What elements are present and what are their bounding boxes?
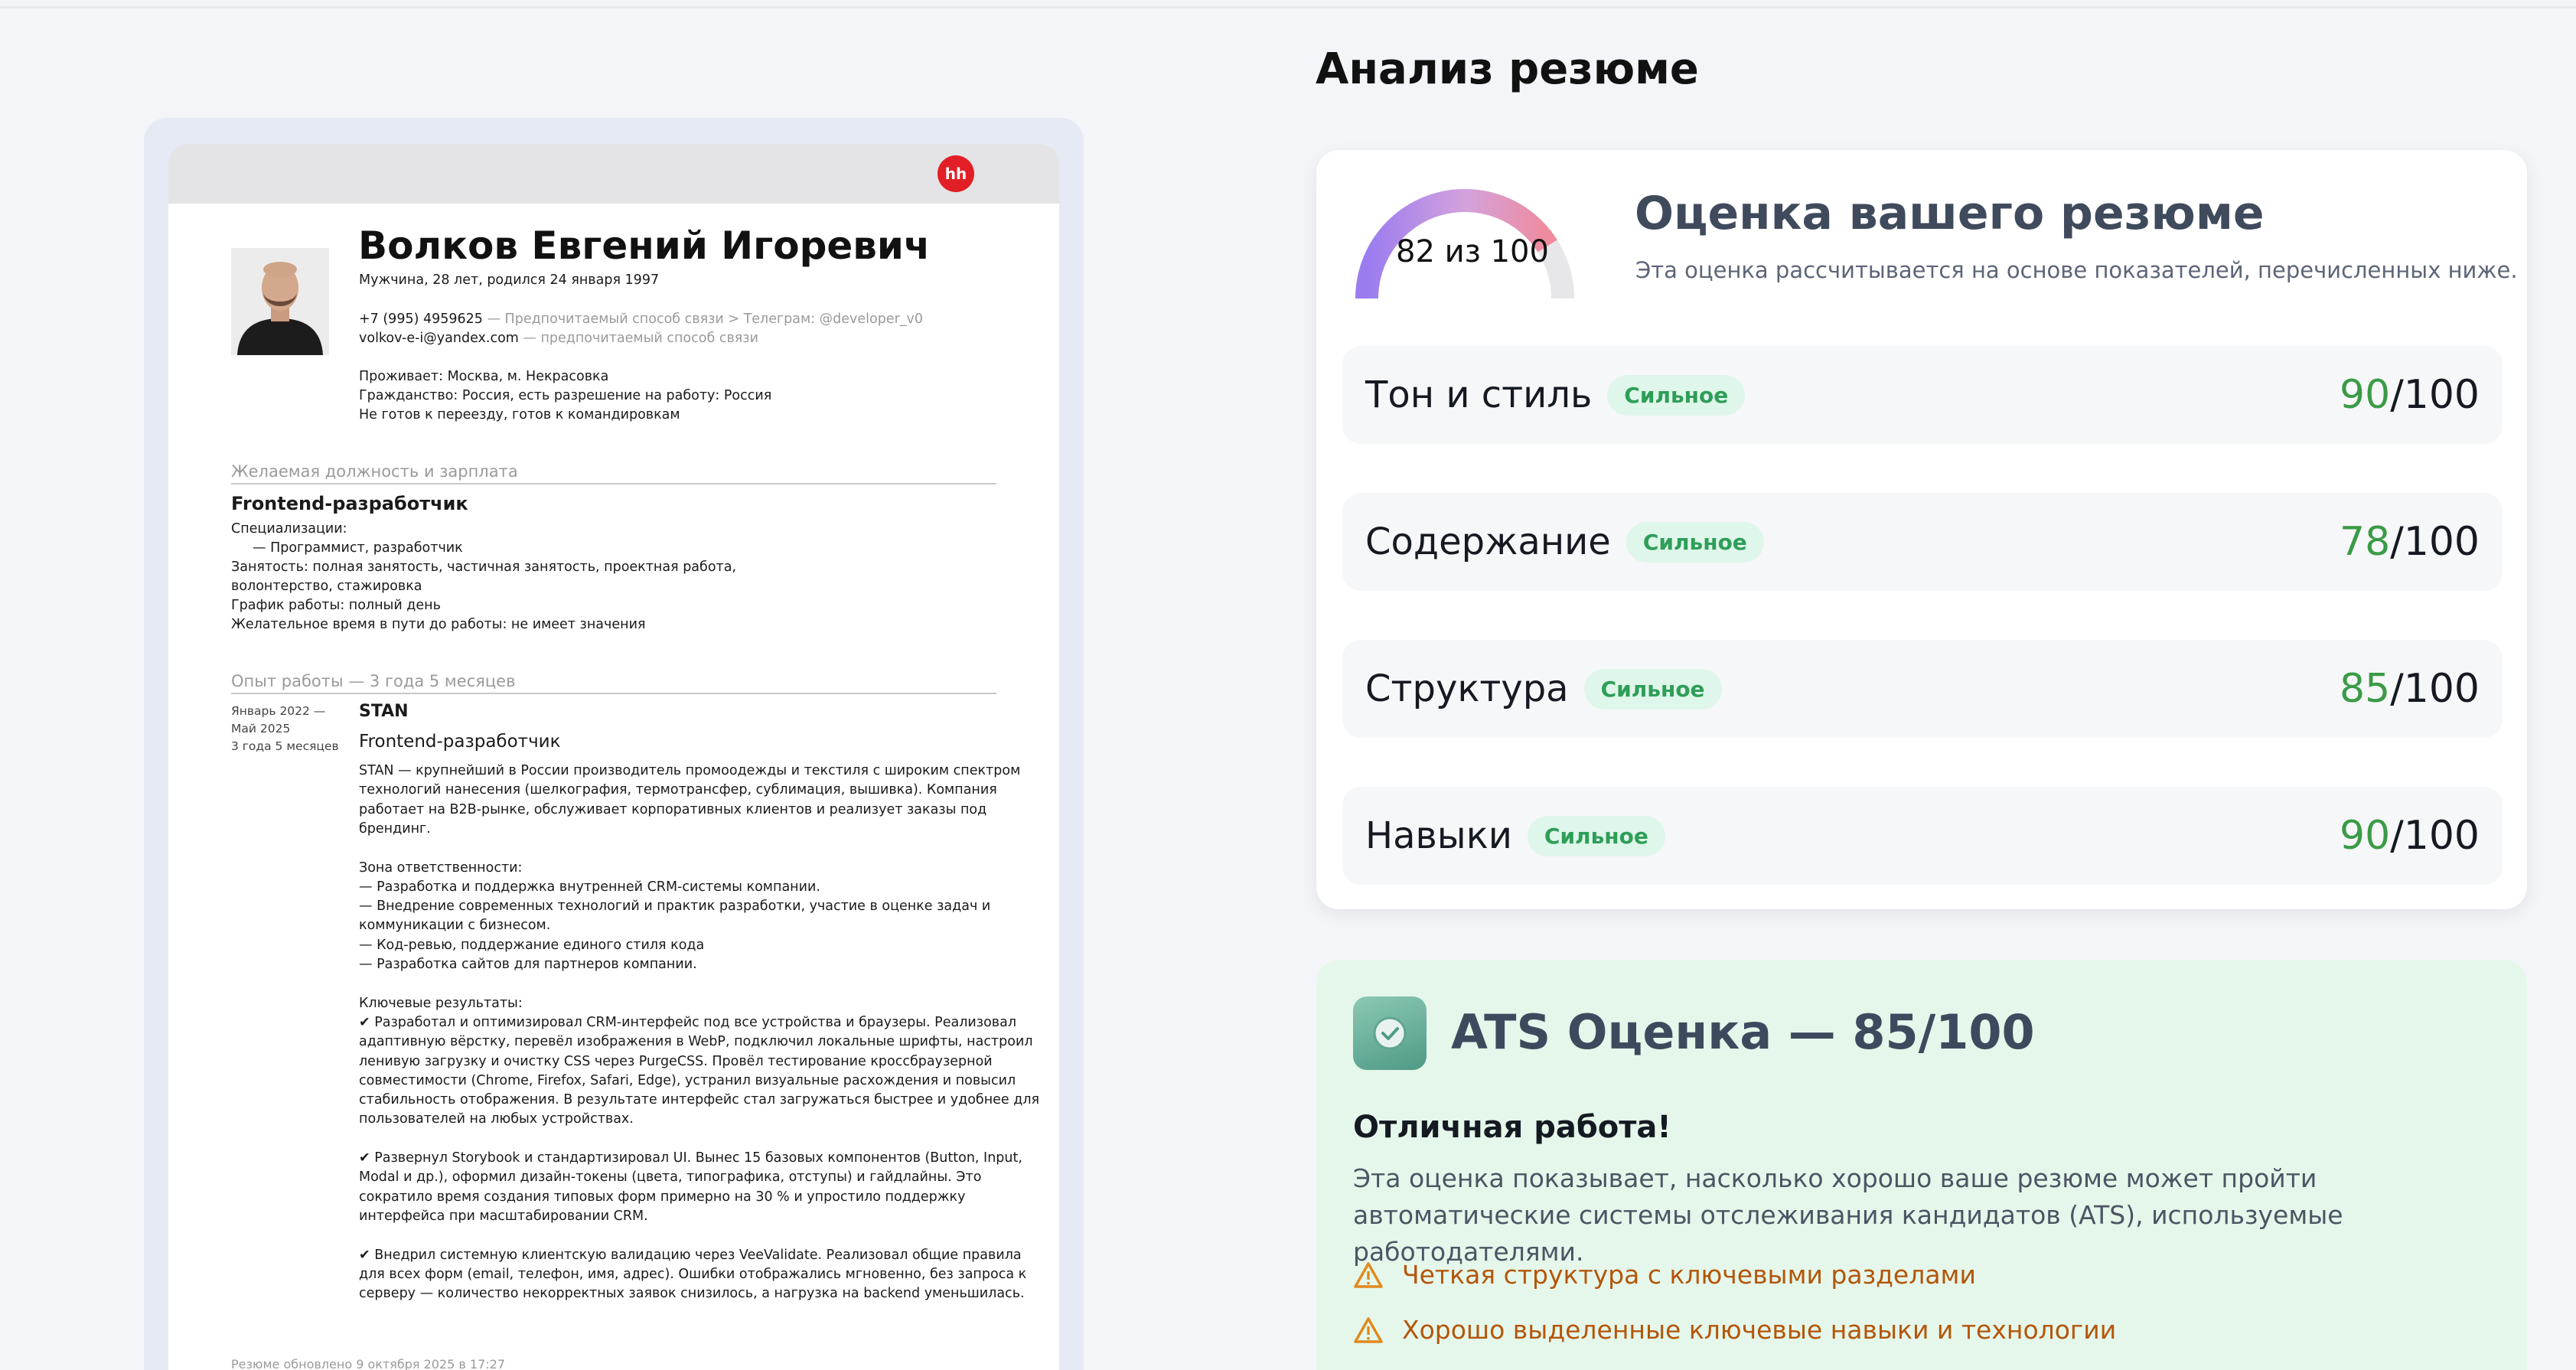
job-description-line: ✔ Внедрил системную клиентскую валидацию… (359, 1247, 1022, 1263)
ats-title: ATS Оценка — 85/100 (1451, 1004, 2035, 1060)
warning-icon (1354, 1261, 1383, 1288)
job-description-line: Modal и др.), оформил дизайн-токены (цве… (359, 1169, 982, 1186)
metric-value: 85 (2340, 666, 2391, 712)
check-badge-icon (1353, 997, 1427, 1070)
metric-value: 78 (2340, 519, 2391, 565)
resume-citizenship: Гражданство: Россия, есть разрешение на … (359, 388, 772, 403)
job-description-line: для всех форм (email, телефон, имя, адре… (359, 1266, 1027, 1282)
ats-item-text: Хорошо выделенные ключевые навыки и техн… (1402, 1315, 2117, 1345)
resume-subtitle: Мужчина, 28 лет, родился 24 января 1997 (359, 272, 660, 288)
section-position-title: Желаемая должность и зарплата (231, 462, 518, 481)
job-description-line: Ключевые результаты: (359, 995, 523, 1011)
job-description-line: — Внедрение современных технологий и пра… (359, 899, 991, 915)
specialization-item: — Программист, разработчик (253, 540, 463, 556)
resume-document-header (168, 144, 1059, 204)
contact-phone[interactable]: +7 (995) 4959625 (359, 312, 483, 327)
job-description-line: ✔ Развернул Storybook и стандартизировал… (359, 1150, 1022, 1166)
strength-badge: Сильное (1527, 815, 1665, 856)
job-description-line: ленивую загрузку и очистку CSS через Pur… (359, 1053, 993, 1069)
metric-score: 78/100 (2340, 519, 2480, 565)
metric-row-structure[interactable]: Структура Сильное 85/100 (1342, 640, 2503, 738)
schedule-line: График работы: полный день (231, 598, 441, 613)
page-title: Анализ резюме (1316, 44, 1699, 94)
metric-label: Содержание (1365, 520, 1611, 563)
ats-item-text: Четкая структура с ключевыми разделами (1402, 1260, 1976, 1290)
gauge-label: 82 из 100 (1396, 234, 1549, 269)
metric-label: Навыки (1365, 814, 1512, 857)
resume-position: Frontend-разработчик (231, 493, 468, 514)
metric-value: 90 (2340, 372, 2391, 418)
ats-heading: Отличная работа! (1353, 1110, 1671, 1145)
metric-value: 90 (2340, 813, 2391, 859)
contact-email[interactable]: volkov-e-i@yandex.com (359, 331, 519, 346)
resume-location: Проживает: Москва, м. Некрасовка (359, 369, 609, 384)
job-description-line: Зона ответственности: (359, 860, 523, 876)
metric-score: 90/100 (2340, 372, 2480, 418)
metric-label: Тон и стиль (1365, 373, 1593, 416)
hh-logo: hh (937, 155, 974, 192)
section-divider (231, 693, 996, 694)
job-description-line: пользователей на любых устройствах. (359, 1111, 634, 1127)
contact-phone-note: — Предпочитаемый способ связи > Телеграм… (482, 312, 924, 327)
job-description-line: — Код-ревью, поддержание единого стиля к… (359, 937, 705, 953)
job-description-line: интерфейса при масштабировании CRM. (359, 1208, 648, 1224)
job-description-line: совместимости (Chrome, Firefox, Safari, … (359, 1072, 1016, 1088)
warning-icon (1354, 1316, 1383, 1343)
job-description-line: серверу — количество некорректных заявок… (359, 1286, 1025, 1302)
metric-row-tone[interactable]: Тон и стиль Сильное 90/100 (1342, 346, 2503, 444)
job-description-line: STAN — крупнейший в России производитель… (359, 763, 1021, 778)
job-description-line: — Разработка сайтов для партнеров компан… (359, 957, 697, 972)
job-description-line: коммуникации с бизнесом. (359, 918, 551, 934)
section-divider (231, 483, 996, 484)
job-period-start: Январь 2022 — (231, 704, 326, 718)
contact-phone-line: +7 (995) 4959625 — Предпочитаемый способ… (359, 310, 923, 329)
ats-description: Эта оценка показывает, насколько хорошо … (1353, 1163, 2343, 1267)
employment-line-1: Занятость: полная занятость, частичная з… (231, 559, 737, 575)
job-title: Frontend-разработчик (359, 732, 561, 752)
job-description-line: — Разработка и поддержка внутренней CRM-… (359, 879, 820, 895)
metric-max: /100 (2390, 813, 2480, 859)
metric-row-content[interactable]: Содержание Сильное 78/100 (1342, 493, 2503, 591)
score-subtitle: Эта оценка рассчитывается на основе пока… (1635, 257, 2518, 283)
job-company: STAN (359, 702, 409, 721)
top-divider (0, 6, 2576, 8)
resume-name: Волков Евгений Игоревич (358, 223, 931, 268)
employment-line-2: волонтерство, стажировка (231, 579, 422, 594)
strength-badge: Сильное (1625, 521, 1764, 563)
metric-max: /100 (2390, 372, 2480, 418)
metric-max: /100 (2390, 519, 2480, 565)
job-description-line: стабильность отображения. В результате и… (359, 1092, 1040, 1108)
ats-item: Хорошо выделенные ключевые навыки и техн… (1353, 1315, 2116, 1345)
job-description-line: технологий нанесения (шелкография, термо… (359, 782, 997, 798)
job-description-line: брендинг. (359, 820, 431, 837)
job-description-line: работает на B2B-рынке, обслуживает корпо… (359, 801, 987, 817)
metric-label: Структура (1365, 667, 1569, 710)
ats-item: Четкая структура с ключевыми разделами (1353, 1260, 1976, 1290)
job-duration: 3 года 5 месяцев (231, 739, 339, 753)
resume-updated: Резюме обновлено 9 октября 2025 в 17:27 (231, 1357, 506, 1370)
metric-score: 85/100 (2340, 666, 2480, 712)
strength-badge: Сильное (1607, 374, 1746, 416)
job-description-line: адаптивную вёрстку, перевёл изображения … (359, 1034, 1033, 1050)
job-description-line: сократило время создания типовых форм пр… (359, 1189, 966, 1205)
contact-email-line: volkov-e-i@yandex.com — предпочитаемый с… (359, 329, 758, 348)
specializations-label: Специализации: (231, 521, 347, 537)
metric-score: 90/100 (2340, 813, 2480, 859)
job-period-end: Май 2025 (231, 722, 291, 736)
metric-row-skills[interactable]: Навыки Сильное 90/100 (1342, 787, 2503, 885)
strength-badge: Сильное (1583, 668, 1722, 709)
resume-relocation: Не готов к переезду, готов к командировк… (359, 407, 680, 422)
job-description-line: ✔ Разработал и оптимизировал CRM-интерфе… (359, 1014, 1017, 1030)
contact-email-note: — предпочитаемый способ связи (518, 331, 758, 346)
score-title: Оценка вашего резюме (1635, 187, 2265, 240)
section-experience-title: Опыт работы — 3 года 5 месяцев (231, 672, 516, 690)
metric-max: /100 (2390, 666, 2480, 712)
commute-line: Желательное время в пути до работы: не и… (231, 617, 646, 632)
avatar (231, 248, 329, 355)
